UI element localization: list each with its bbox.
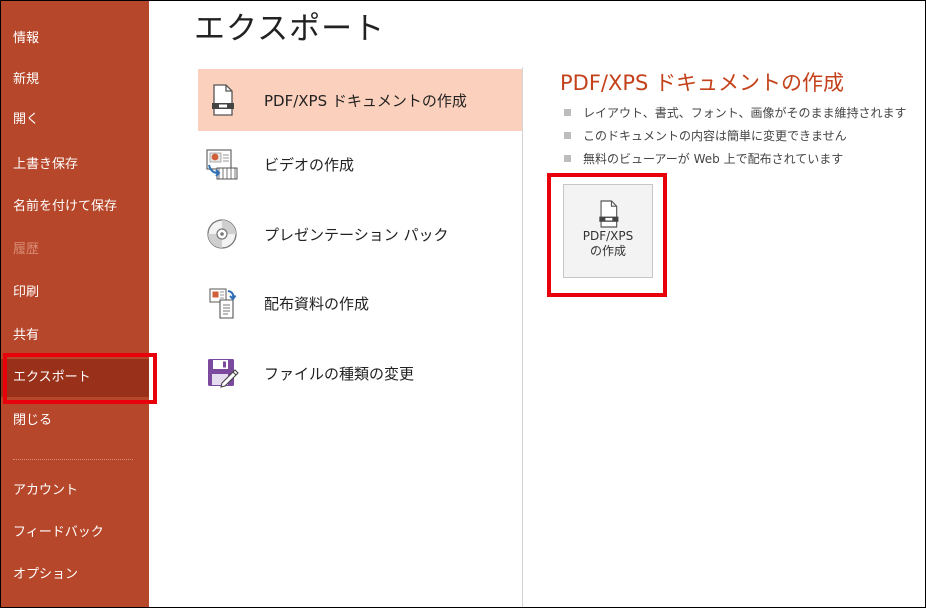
sidebar-item-new[interactable]: 新規 xyxy=(1,61,149,99)
page-title: エクスポート xyxy=(194,11,386,47)
detail-bullet: 無料のビューアーが Web 上で配布されています xyxy=(564,148,907,171)
sidebar-item-history: 履歴 xyxy=(13,242,40,257)
create-pdf-xps-button[interactable]: PDF/XPS の作成 xyxy=(563,184,653,278)
sidebar-item-share[interactable]: 共有 xyxy=(1,317,149,355)
create-button-label-line2: の作成 xyxy=(589,244,626,258)
pdf-document-icon xyxy=(564,199,652,229)
detail-title: PDF/XPS ドキュメントの作成 xyxy=(560,71,845,95)
sidebar-item-info[interactable]: 情報 xyxy=(1,20,149,58)
detail-bullet-list: レイアウト、書式、フォント、画像がそのまま維持されます このドキュメントの内容は… xyxy=(564,102,907,171)
sidebar-item-options[interactable]: オプション xyxy=(1,556,149,594)
detail-bullet-text: このドキュメントの内容は簡単に変更できません xyxy=(583,129,847,143)
detail-bullet: このドキュメントの内容は簡単に変更できません xyxy=(564,125,907,148)
export-option-pdf-xps[interactable]: PDF/XPS ドキュメントの作成 xyxy=(198,69,522,131)
sidebar-item-feedback[interactable]: フィードバック xyxy=(1,514,149,552)
cd-package-icon xyxy=(204,216,240,252)
pane-divider xyxy=(522,67,523,607)
backstage-sidebar: 情報 新規 開く 上書き保存 名前を付けて保存 履歴 印刷 共有 エクスポート … xyxy=(1,1,149,607)
bullet-square-icon xyxy=(564,132,571,139)
detail-bullet-text: 無料のビューアーが Web 上で配布されています xyxy=(583,152,844,166)
detail-bullet-text: レイアウト、書式、フォント、画像がそのまま維持されます xyxy=(583,106,907,120)
sidebar-item-print[interactable]: 印刷 xyxy=(1,274,149,312)
detail-bullet: レイアウト、書式、フォント、画像がそのまま維持されます xyxy=(564,102,907,125)
pdf-document-icon xyxy=(204,82,240,118)
handouts-icon xyxy=(204,285,240,321)
bullet-square-icon xyxy=(564,109,571,116)
sidebar-item-account[interactable]: アカウント xyxy=(1,472,149,510)
export-option-label: プレゼンテーション パック xyxy=(264,225,449,244)
export-option-video[interactable]: ビデオの作成 xyxy=(198,133,522,195)
bullet-square-icon xyxy=(564,155,571,162)
save-as-type-icon xyxy=(204,355,240,391)
export-option-change-type[interactable]: ファイルの種類の変更 xyxy=(198,342,522,404)
video-icon xyxy=(204,146,240,182)
sidebar-item-export[interactable]: エクスポート xyxy=(1,359,149,397)
export-option-label: 配布資料の作成 xyxy=(264,294,370,313)
sidebar-item-open[interactable]: 開く xyxy=(1,101,149,139)
export-option-handouts[interactable]: 配布資料の作成 xyxy=(198,272,522,334)
sidebar-item-save[interactable]: 上書き保存 xyxy=(1,146,149,184)
sidebar-separator xyxy=(13,459,133,460)
export-option-label: ビデオの作成 xyxy=(264,155,355,174)
create-button-label-line1: PDF/XPS xyxy=(582,229,634,243)
export-option-label: PDF/XPS ドキュメントの作成 xyxy=(264,91,467,110)
export-option-label: ファイルの種類の変更 xyxy=(264,364,415,383)
sidebar-item-save-as[interactable]: 名前を付けて保存 xyxy=(1,188,149,226)
export-option-package[interactable]: プレゼンテーション パック xyxy=(198,203,522,265)
backstage-window: 情報 新規 開く 上書き保存 名前を付けて保存 履歴 印刷 共有 エクスポート … xyxy=(0,0,926,608)
sidebar-item-close[interactable]: 閉じる xyxy=(1,402,149,440)
